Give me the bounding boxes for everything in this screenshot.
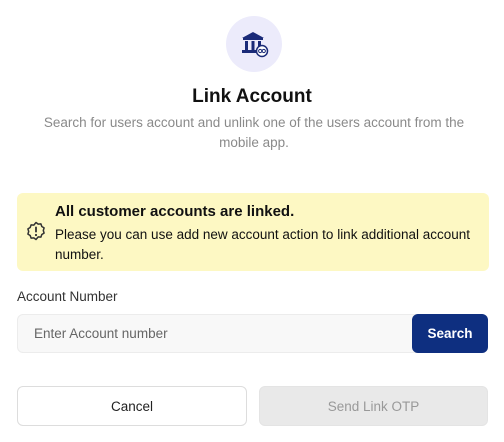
page-title: Link Account <box>192 86 312 107</box>
cancel-button[interactable]: Cancel <box>17 386 247 426</box>
account-number-input[interactable] <box>32 325 406 342</box>
search-button[interactable]: Search <box>412 314 488 353</box>
account-number-label: Account Number <box>17 289 118 304</box>
page-subtitle: Search for users account and unlink one … <box>43 115 465 150</box>
info-alert: All customer accounts are linked. Please… <box>17 193 489 271</box>
alert-badge-icon <box>27 221 45 241</box>
bank-icon <box>242 32 269 58</box>
send-link-otp-button[interactable]: Send Link OTP <box>259 386 488 426</box>
alert-message: Please you can use add new account actio… <box>55 227 471 262</box>
alert-title: All customer accounts are linked. <box>55 203 295 220</box>
bank-icon-badge <box>226 16 282 72</box>
